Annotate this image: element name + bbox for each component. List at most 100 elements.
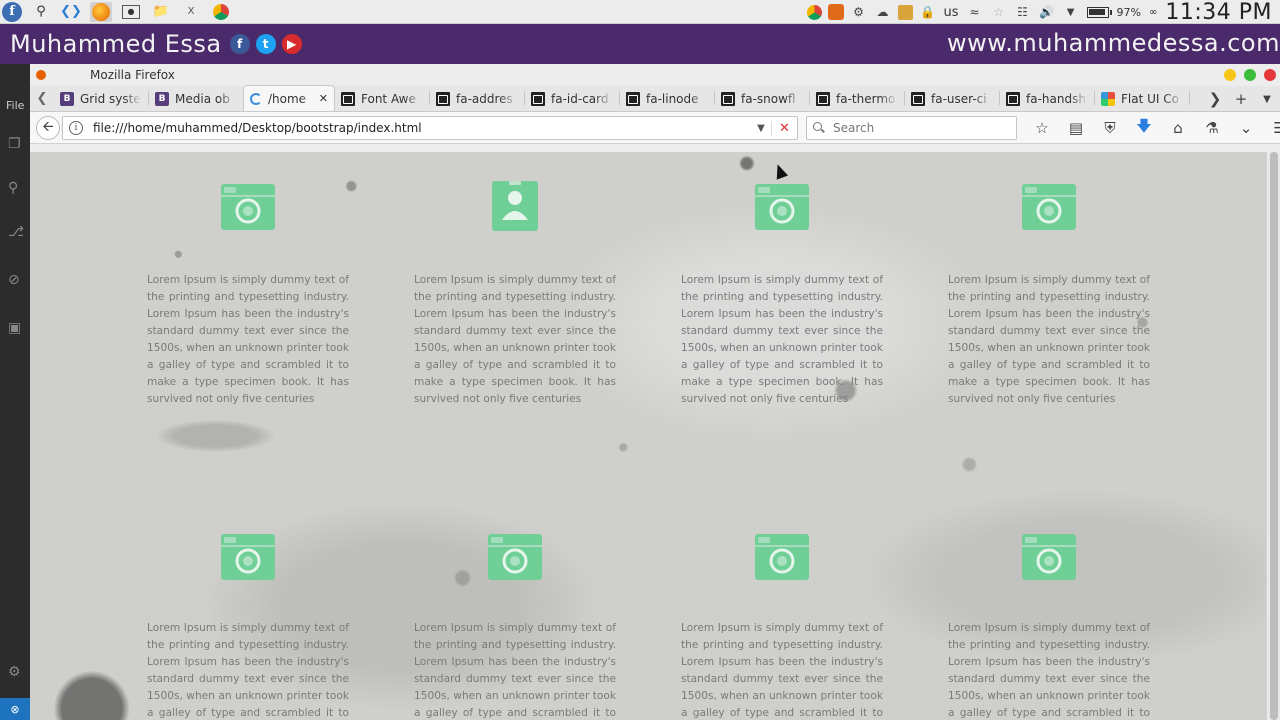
minimize-button[interactable] [1224, 69, 1236, 81]
clock[interactable]: 11:34 PM [1165, 0, 1272, 25]
screen-recorder-icon[interactable]: ● [120, 2, 142, 22]
tab-4[interactable]: fa-addres [430, 87, 524, 111]
volume-icon[interactable]: 🔊 [1038, 3, 1056, 21]
twitter-icon: t [255, 34, 276, 54]
debug-icon[interactable]: ⊘ [8, 272, 24, 288]
camera-icon [1021, 530, 1077, 582]
item-description: Lorem Ipsum is simply dummy text of the … [948, 274, 1150, 405]
fontawesome-favicon-icon [816, 92, 830, 106]
tab-5[interactable]: fa-id-card [525, 87, 619, 111]
bookmarks-library-icon[interactable]: ▤ [1059, 119, 1093, 137]
tab-2[interactable]: /home ✕ [243, 85, 335, 111]
fontawesome-favicon-icon [1006, 92, 1020, 106]
tab-9[interactable]: fa-user-ci [905, 87, 999, 111]
tab-3[interactable]: Font Awe [335, 87, 429, 111]
maximize-button[interactable] [1244, 69, 1256, 81]
tab-11[interactable]: Flat UI Co [1095, 87, 1189, 111]
close-window-button[interactable] [1264, 69, 1276, 81]
vscode-icon[interactable]: ❮❯ [60, 2, 82, 22]
search-icon[interactable]: ⚲ [30, 2, 52, 22]
new-tab-button[interactable]: + [1228, 90, 1254, 108]
back-button[interactable]: 🡨 [36, 115, 60, 140]
firefox-taskbar-icon[interactable] [90, 1, 112, 22]
close-tab-icon[interactable]: ✕ [319, 92, 328, 105]
tab-1[interactable]: B Media ob [149, 87, 243, 111]
tab-0[interactable]: B Grid syste [54, 87, 148, 111]
stop-loading-button[interactable]: ✕ [771, 120, 797, 136]
search-bar[interactable] [806, 116, 1017, 140]
loading-favicon-icon [250, 92, 262, 105]
chrome-logo-icon [213, 3, 229, 20]
url-text[interactable]: file:///home/muhammed/Desktop/bootstrap/… [93, 121, 751, 135]
tab-list: B Grid syste B Media ob/home ✕ Font Awe fa-add… [54, 85, 1190, 111]
fedora-menu-icon[interactable]: f [2, 1, 22, 22]
addon-icon[interactable]: ⚗ [1195, 119, 1229, 137]
app-tray-icon[interactable] [827, 4, 844, 20]
fontawesome-favicon-icon [721, 92, 735, 106]
url-bar[interactable]: i file:///home/muhammed/Desktop/bootstra… [62, 116, 798, 140]
xterm-icon[interactable]: X [180, 2, 202, 22]
tab-label: fa-handsh [1026, 92, 1086, 106]
search-input[interactable] [831, 120, 1011, 136]
search-icon [813, 122, 825, 134]
navigation-toolbar: 🡨 i file:///home/muhammed/Desktop/bootst… [30, 112, 1280, 144]
banner-url: www.muhammedessa.com [947, 29, 1280, 57]
chrome-taskbar-icon[interactable] [210, 2, 232, 22]
fontawesome-favicon-icon [911, 92, 925, 106]
explorer-icon[interactable]: ❐ [8, 136, 24, 152]
update-tray-icon[interactable]: ⚙ [850, 3, 868, 21]
tab-8[interactable]: fa-thermo [810, 87, 904, 111]
window-titlebar[interactable]: Mozilla Firefox [30, 64, 1280, 86]
editor-file-menu[interactable]: File [0, 99, 30, 112]
package-tray-icon[interactable] [897, 4, 913, 20]
tab-strip-controls: ❯ + ▼ [1202, 86, 1280, 112]
item-description: Lorem Ipsum is simply dummy text of the … [414, 274, 616, 405]
firefox-logo-icon [92, 2, 110, 21]
tab-label: /home [268, 91, 307, 106]
bookmark-star-icon[interactable]: ☆ [1025, 119, 1059, 137]
vertical-scrollbar[interactable] [1266, 152, 1280, 720]
bluetooth-icon[interactable]: ☆ [990, 3, 1008, 21]
tab-7[interactable]: fa-snowfl [715, 87, 809, 111]
firefox-window: Mozilla Firefox ❮ B Grid syste B Media ob/h… [30, 64, 1280, 720]
tab-label: fa-addres [456, 92, 513, 106]
item-description: Lorem Ipsum is simply dummy text of the … [147, 622, 349, 719]
clipboard-icon[interactable]: ☷ [1014, 3, 1032, 21]
tab-6[interactable]: fa-linode [620, 87, 714, 111]
url-history-dropdown-icon[interactable]: ▼ [751, 123, 771, 134]
overflow-chevron-icon[interactable]: ⌄ [1229, 119, 1263, 137]
monitor-icon: ● [122, 4, 140, 19]
tab-scroll-left-icon[interactable]: ❮ [30, 85, 54, 111]
chevron-down-icon[interactable]: ▼ [1062, 3, 1080, 21]
downloads-icon[interactable]: 🡇 [1127, 116, 1161, 141]
tab-10[interactable]: fa-handsh [1000, 87, 1094, 111]
tab-label: fa-thermo [836, 92, 896, 106]
hamburger-menu-icon[interactable]: ☰ [1263, 119, 1280, 137]
battery-icon[interactable] [1086, 6, 1112, 18]
site-info-icon[interactable]: i [69, 121, 83, 135]
mouse-cursor [771, 162, 789, 180]
pocket-icon[interactable]: ⛨ [1093, 119, 1127, 137]
extensions-icon[interactable]: ▣ [8, 320, 24, 336]
lock-tray-icon[interactable]: 🔒 [919, 3, 937, 21]
chrome-tray-icon[interactable] [806, 4, 822, 20]
tab-scroll-right-icon[interactable]: ❯ [1202, 90, 1228, 108]
search-icon[interactable]: ⚲ [8, 180, 24, 196]
wifi-icon[interactable]: ≈ [966, 3, 984, 21]
tab-label: Font Awe [361, 92, 416, 106]
window-controls [1216, 69, 1276, 81]
tab-label: fa-linode [646, 92, 699, 106]
fontawesome-favicon-icon [531, 92, 545, 106]
files-folder-icon[interactable]: 📁 [150, 2, 172, 22]
home-icon[interactable]: ⌂ [1161, 119, 1195, 137]
bootstrap-favicon-icon: B [60, 92, 74, 106]
status-bar-icon[interactable]: ⊗ [0, 698, 30, 720]
system-tray: ⚙ ☁ 🔒 us ≈ ☆ ☷ 🔊 ▼ 97% ∞ 11:34 PM [804, 0, 1280, 25]
settings-gear-icon[interactable]: ⚙ [8, 664, 24, 680]
camera-icon [220, 530, 276, 582]
source-control-icon[interactable]: ⎇ [8, 224, 24, 240]
list-all-tabs-icon[interactable]: ▼ [1254, 94, 1280, 105]
cloud-tray-icon[interactable]: ☁ [874, 3, 892, 21]
scrollbar-thumb[interactable] [1270, 152, 1278, 720]
keyboard-layout[interactable]: us [944, 5, 959, 20]
